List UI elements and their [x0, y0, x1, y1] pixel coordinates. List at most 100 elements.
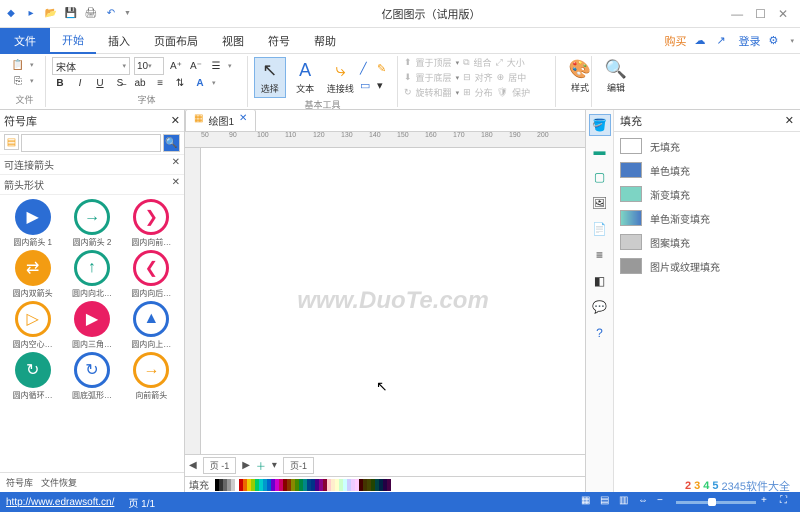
zoom-slider[interactable] — [676, 501, 756, 504]
next-page-icon[interactable]: ▶ — [242, 460, 250, 471]
canvas[interactable]: www.DuoTe.com ↖ — [201, 148, 585, 454]
tab-help[interactable]: 帮助 — [302, 28, 348, 54]
symbol-item[interactable]: ❮圆内向后… — [123, 250, 180, 299]
fill-option[interactable]: 单色填充 — [620, 162, 794, 178]
open-icon[interactable]: 📂 — [44, 7, 58, 21]
fill-tab-icon[interactable]: 🪣 — [589, 114, 611, 136]
italic-button[interactable]: I — [72, 75, 88, 91]
text-tab-icon[interactable]: 📄 — [589, 218, 611, 240]
view-normal-icon[interactable]: ▦ — [581, 495, 595, 509]
layer-tab-icon[interactable]: ≡ — [589, 244, 611, 266]
color-strip[interactable] — [215, 479, 391, 491]
view-outline-icon[interactable]: ▤ — [600, 495, 614, 509]
tab-pagelayout[interactable]: 页面布局 — [142, 28, 210, 54]
symbol-item[interactable]: →圆内箭头 2 — [63, 199, 120, 248]
symbol-item[interactable]: ❯圆内向前… — [123, 199, 180, 248]
document-tab[interactable]: ▦ 绘图1 ✕ — [185, 109, 256, 131]
minimize-button[interactable]: — — [731, 7, 743, 21]
font-size-select[interactable]: 10▾ — [134, 57, 164, 75]
fill-option[interactable]: 无填充 — [620, 138, 794, 154]
color-bar: 填充 — [185, 476, 585, 492]
align-button[interactable]: ≡ — [152, 75, 168, 91]
increase-font-icon[interactable]: A⁺ — [168, 58, 184, 74]
search-button[interactable]: 🔍 — [163, 134, 180, 152]
tab-view[interactable]: 视图 — [210, 28, 256, 54]
category-connectable[interactable]: 可连接箭头✕ — [0, 155, 184, 175]
line-spacing-button[interactable]: ⇅ — [172, 75, 188, 91]
line-tab-icon[interactable]: ▬ — [589, 140, 611, 162]
zoom-in-icon[interactable]: + — [761, 495, 775, 509]
page-tab[interactable]: 页 -1 — [203, 457, 237, 474]
fullscreen-icon[interactable]: ⛶ — [780, 495, 794, 509]
sidebar-footer: 符号库 文件恢复 — [0, 472, 184, 492]
strike-button[interactable]: S̶ — [112, 75, 128, 91]
edit-tool[interactable]: 🔍编辑 — [598, 57, 634, 96]
file-tab[interactable]: 文件 — [0, 28, 50, 54]
symbol-item[interactable]: ↑圆内向北… — [63, 250, 120, 299]
symbol-item[interactable]: ↻圆内循环… — [4, 352, 61, 401]
search-input[interactable] — [21, 134, 161, 152]
view-page-icon[interactable]: ▥ — [619, 495, 633, 509]
buy-link[interactable]: 购买 — [664, 33, 686, 49]
cloud-icon[interactable]: ☁ — [694, 34, 708, 48]
category-arrow-shapes[interactable]: 箭头形状✕ — [0, 175, 184, 195]
symbol-item[interactable]: ▶圆内三角… — [63, 301, 120, 350]
share-icon[interactable]: ↗ — [716, 34, 730, 48]
underline-button[interactable]: U — [92, 75, 108, 91]
fit-width-icon[interactable]: ⇔ — [638, 495, 652, 509]
sidebar-lib-tab[interactable]: 符号库 — [6, 476, 33, 489]
bullets-icon[interactable]: ☰ — [208, 58, 224, 74]
tab-insert[interactable]: 插入 — [96, 28, 142, 54]
sidebar-close-icon[interactable]: ✕ — [171, 114, 180, 127]
window-controls: — ☐ ✕ — [731, 7, 796, 21]
zoom-out-icon[interactable]: − — [657, 495, 671, 509]
print-icon[interactable]: 🖨 — [84, 7, 98, 21]
page-tab-2[interactable]: 页-1 — [283, 457, 314, 474]
shape-tools[interactable]: ╱ ✎ ▭ ▾ — [360, 62, 391, 93]
save-icon[interactable]: 💾 — [64, 7, 78, 21]
page-dropdown-icon[interactable]: ▾ — [272, 460, 277, 471]
fill-option[interactable]: 单色渐变填充 — [620, 210, 794, 226]
connector-tool[interactable]: ⤷连接线 — [325, 58, 356, 97]
right-panel-close-icon[interactable]: ✕ — [785, 114, 794, 127]
symbol-item[interactable]: ⇄圆内双箭头 — [4, 250, 61, 299]
decrease-font-icon[interactable]: A⁻ — [188, 58, 204, 74]
undo-icon[interactable]: ↶ — [104, 7, 118, 21]
fill-option[interactable]: 图案填充 — [620, 234, 794, 250]
tab-symbol[interactable]: 符号 — [256, 28, 302, 54]
copy-icon[interactable]: ⎘ — [10, 73, 26, 89]
image-tab-icon[interactable]: 🖼 — [589, 192, 611, 214]
help-tab-icon[interactable]: ? — [589, 322, 611, 344]
symbol-item[interactable]: ▶圆内箭头 1 — [4, 199, 61, 248]
comment-tab-icon[interactable]: 💬 — [589, 296, 611, 318]
paste-icon[interactable]: 📋 — [10, 57, 26, 73]
symbol-item[interactable]: ↻圆底弧形… — [63, 352, 120, 401]
fill-option[interactable]: 渐变填充 — [620, 186, 794, 202]
text-tool[interactable]: A文本 — [290, 58, 321, 97]
close-button[interactable]: ✕ — [778, 7, 788, 21]
font-color-button[interactable]: A — [192, 75, 208, 91]
qat-dropdown-icon[interactable]: ▼ — [124, 10, 131, 17]
new-icon[interactable]: ▸ — [24, 7, 38, 21]
select-tool[interactable]: ↖选择 — [254, 57, 286, 98]
tab-start[interactable]: 开始 — [50, 28, 96, 54]
maximize-button[interactable]: ☐ — [755, 7, 766, 21]
doc-tab-close-icon[interactable]: ✕ — [239, 113, 247, 128]
gear-icon[interactable]: ⚙ — [768, 34, 782, 48]
symbol-item[interactable]: →向前箭头 — [123, 352, 180, 401]
symbol-item[interactable]: ▷圆内空心… — [4, 301, 61, 350]
prev-page-icon[interactable]: ◀ — [189, 460, 197, 471]
symbol-item[interactable]: ▲圆内向上… — [123, 301, 180, 350]
font-name-select[interactable]: 宋体▾ — [52, 57, 130, 75]
add-page-icon[interactable]: ＋ — [256, 458, 266, 473]
theme-tab-icon[interactable]: ◧ — [589, 270, 611, 292]
highlight-button[interactable]: ab — [132, 75, 148, 91]
ribbon-collapse-icon[interactable]: ▾ — [790, 37, 794, 45]
library-icon[interactable]: ▤ — [4, 134, 19, 150]
bold-button[interactable]: B — [52, 75, 68, 91]
fill-option[interactable]: 图片或纹理填充 — [620, 258, 794, 274]
status-url[interactable]: http://www.edrawsoft.cn/ — [6, 497, 114, 508]
shadow-tab-icon[interactable]: ▢ — [589, 166, 611, 188]
login-link[interactable]: 登录 — [738, 33, 760, 49]
sidebar-recover-tab[interactable]: 文件恢复 — [41, 476, 77, 489]
